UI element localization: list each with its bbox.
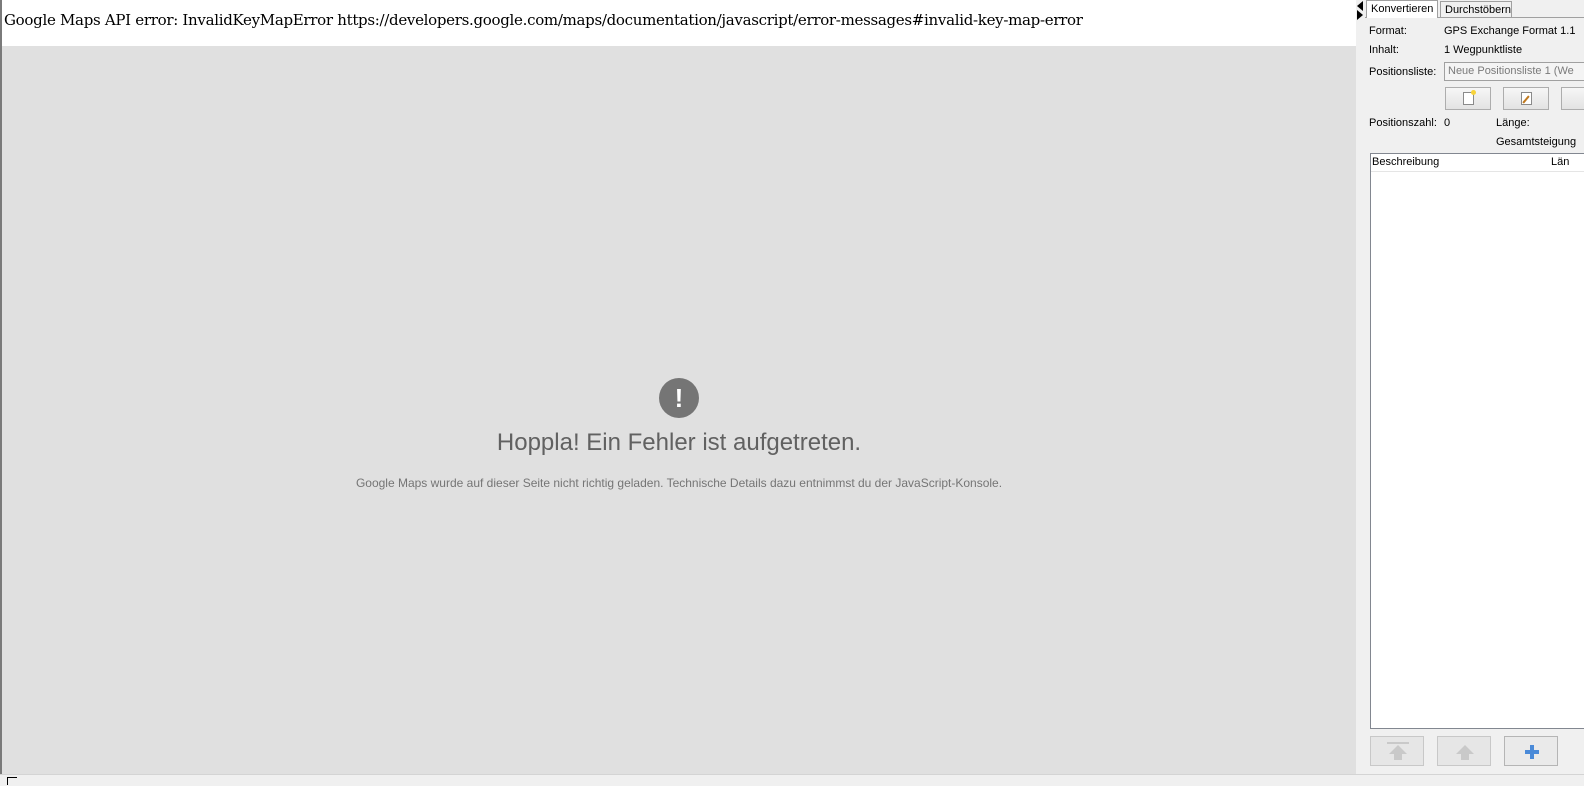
new-document-icon xyxy=(1463,90,1476,105)
position-count-value: 0 xyxy=(1444,117,1451,129)
tab-konvertieren[interactable]: Konvertieren xyxy=(1366,0,1438,18)
positions-table[interactable]: Beschreibung Län xyxy=(1370,153,1584,729)
exclamation-icon: ! xyxy=(659,378,699,418)
length-label: Länge: xyxy=(1496,117,1530,129)
format-label: Format: xyxy=(1369,25,1407,37)
move-to-top-icon xyxy=(1389,745,1407,754)
maps-api-error-text: Google Maps API error: InvalidKeyMapErro… xyxy=(4,11,1083,29)
plus-icon xyxy=(1525,745,1539,759)
side-panel: Konvertieren Durchstöbern Format: GPS Ex… xyxy=(1365,0,1584,774)
edit-document-icon xyxy=(1521,92,1532,105)
resize-corner-icon xyxy=(7,777,17,785)
new-list-button[interactable] xyxy=(1445,87,1491,110)
error-message: Google Maps wurde auf dieser Seite nicht… xyxy=(355,476,1003,490)
move-up-button[interactable] xyxy=(1437,736,1491,766)
tab-durchstoebern[interactable]: Durchstöbern xyxy=(1440,1,1512,18)
format-value: GPS Exchange Format 1.1 xyxy=(1444,25,1576,37)
status-strip xyxy=(0,774,1584,786)
move-to-top-button[interactable] xyxy=(1370,736,1424,766)
content-value: 1 Wegpunktliste xyxy=(1444,44,1523,56)
positionlist-select[interactable]: Neue Positionsliste 1 (We xyxy=(1444,62,1584,81)
position-count-label: Positionszahl: xyxy=(1369,117,1437,129)
application-window: Google Maps API error: InvalidKeyMapErro… xyxy=(0,0,1584,786)
more-list-button[interactable] xyxy=(1561,87,1584,110)
move-to-top-bar-icon xyxy=(1387,742,1409,744)
add-position-button[interactable] xyxy=(1504,736,1558,766)
map-error-panel: ! Hoppla! Ein Fehler ist aufgetreten. Go… xyxy=(2,46,1356,774)
content-label: Inhalt: xyxy=(1369,44,1399,56)
collapse-right-arrow-icon[interactable] xyxy=(1357,10,1363,20)
positionlist-label: Positionsliste: xyxy=(1369,66,1437,78)
column-header-description[interactable]: Beschreibung xyxy=(1372,156,1439,168)
map-view[interactable]: Google Maps API error: InvalidKeyMapErro… xyxy=(0,0,1356,774)
column-header-length[interactable]: Län xyxy=(1551,156,1569,168)
move-up-icon xyxy=(1456,745,1474,754)
move-up-stem-icon xyxy=(1461,754,1469,760)
table-header: Beschreibung Län xyxy=(1371,154,1584,172)
panel-splitter[interactable] xyxy=(1356,0,1365,774)
error-title: Hoppla! Ein Fehler ist aufgetreten. xyxy=(496,429,862,456)
total-ascent-label: Gesamtsteigung xyxy=(1496,136,1577,148)
move-to-top-stem-icon xyxy=(1394,754,1402,760)
edit-list-button[interactable] xyxy=(1503,87,1549,110)
